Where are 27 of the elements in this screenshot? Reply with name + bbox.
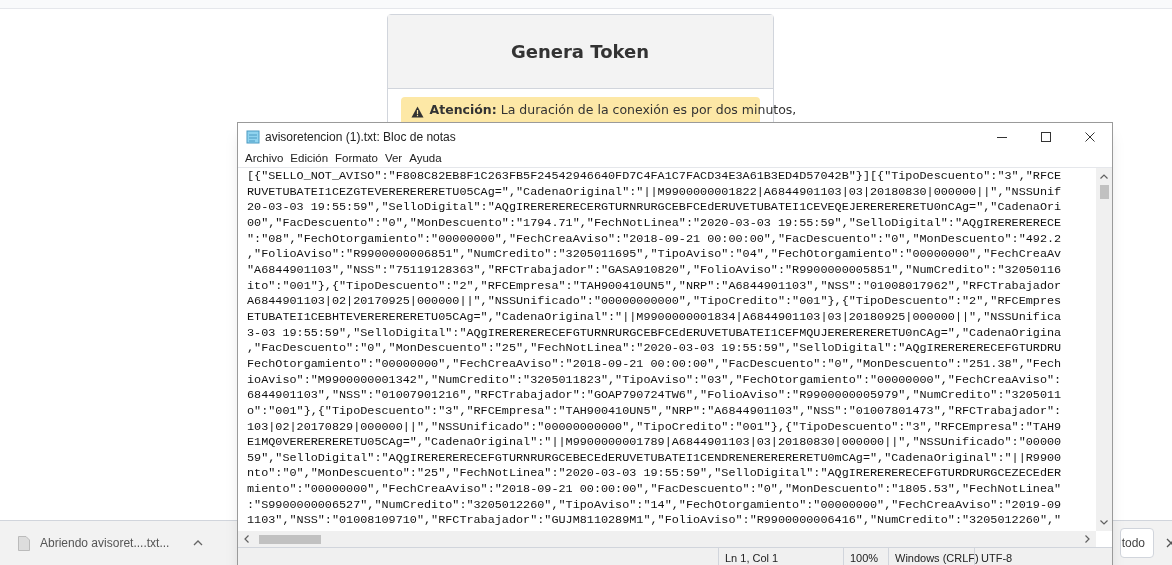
caret-icon	[193, 540, 204, 546]
scrollbar-thumb[interactable]	[259, 534, 321, 544]
scroll-right-icon	[1085, 535, 1090, 543]
scroll-left-icon	[244, 535, 249, 543]
download-filename: Abriendo avisoret....txt...	[40, 535, 170, 552]
minimize-icon	[997, 136, 1007, 138]
card-title: Genera Token	[510, 40, 650, 64]
scroll-up-icon	[1100, 174, 1108, 179]
text-content[interactable]: [{"SELLO_NOT_AVISO":"F808C82EB8F1C263FB5F24542946640FD7C4FA1C7FACD34E3A61B3ED4D57042B"}][{"TipoDescuento":"3","RFCE RUVETUBATEI1CEZGTEVERERERERETU05CAg=","CadenaOriginal":"||M9900000001822|A6844901103|03|20180830|000000||","NSSUnif 20-03-03 19:55:59","SelloDigital":"AQgIRERERERECERGTURNRURGCEBFCEdERUVETUBATEI1CEVEQEJERERERERETU0nCAg=","CadenaOri 00","FacDescuento":"0","MonDescuento":"1794.71","FechNotLinea":"2020-03-03 19:55:59","SelloDigital":"AQgIRERERERECE ":"08","FechOtorgamiento":"00000000","FechCreaAviso":"2018-09-21 00:00:00","FacDescuento":"0","MonDescuento":"492.2 ,"FolioAviso":"R9900000006851","NumCredito":"3205011695","TipoAviso":"04","FechOtorgamiento":"00000000","FechCreaAv "A6844901103","NSS":"75119128363","RFCTrabajador":"GASA910820","FolioAviso":"R9900000005851","NumCredito":"32050116 ito":"001"},{"TipoDescuento":"2","RFCEmpresa":"TAH900410UN5","NRP":"A6844901103","NSS":"01008017962","RFCTrabajador A6844901103|02|20170925|000000||","NSSUnificado":"00000000000","TipoCredito":"001"},{"TipoDescuento":"2","RFCEmpres ETUBATEI1CEBHTEVERERERERETU05CAg=","CadenaOriginal":"||M9900000001834|A6844901103|03|20180925|000000||","NSSUnifica 3-03 19:55:59","SelloDigital":"AQgIRERERERECEFGTURNRURGCEBFCEdERUVETUBATEI1CEFMQUJERERERERETU0nCAg=","CadenaOrigina ,"FacDescuento":"0","MonDescuento":"25","FechNotLinea":"2020-03-03 19:55:59","SelloDigital":"AQgIRERERERECEFGTURDRU FechOtorgamiento":"00000000","FechCreaAviso":"2018-09-21 00:00:00","FacDescuento":"0","MonDescuento":"251.38","Fech ioAviso":"M9900000001342","NumCredito":"3205011823","TipoAviso":"03","FechOtorgamiento":"00000000","FechCreaAviso": 6844901103","NSS":"01007901216","RFCTrabajador":"GOAP790724TW6","FolioAviso":"R9900000005979","NumCredito":"3205011 o":"001"},{"TipoDescuento":"3","RFCEmpresa":"TAH900410UN5","NRP":"A6844901103","NSS":"01007801473","RFCTrabajador": 103|02|20170829|000000||","NSSUnificado":"00000000000","TipoCredito":"001"},{"TipoDescuento":"3","RFCEmpresa":"TAH9 E1MQ0VERERERERETU05CAg=","CadenaOriginal":"||M9900000001789|A6844901103|03|20180830|000000||","NSSUnificado":"00000 59","SelloDigital":"AQgIRERERERECEFGTURNRURGCEBECEdERUVETUBATEI1CENDRENERERERERETU0mCAg=","CadenaOriginal":"||R9900 nto":"0","MonDescuento":"25","FechNotLinea":"2020-03-03 19:55:59","SelloDigital":"AQgIRERERERECEFGTURDRURGCEZECEdER miento":"00000000","FechCreaAviso":"2018-09-21 00:00:00","FacDescuento":"0","MonDescuento":"1805.53","FechNotLinea" :"S9900000006527","NumCredito":"3205012260","TipoAviso":"14","FechOtorgamiento":"00000000","FechCreaAviso":"2019-09 1103","NSS":"01008109710","RFCTrabajador":"GUJM8110289M1","FolioAviso":"R9900000006416","NumCredito":"3205012260","	[238, 168, 1096, 531]
warning-icon	[410, 106, 424, 118]
alert-text: Atención: La duración de la conexión es por dos minutos,	[429, 101, 797, 119]
notepad-icon	[246, 130, 260, 144]
menu-item[interactable]: Edición	[290, 150, 329, 168]
menu-item[interactable]: Formato	[335, 150, 378, 168]
menu-item[interactable]: Ver	[384, 150, 403, 168]
window-title: avisoretencion (1).txt: Bloc de notas	[265, 129, 456, 146]
show-all-button[interactable]: todo	[1119, 528, 1154, 558]
download-item[interactable]: Abriendo avisoret....txt...	[10, 527, 220, 559]
menu-item[interactable]: Archivo	[245, 150, 284, 168]
scroll-down-icon	[1100, 520, 1108, 525]
file-icon	[18, 535, 30, 551]
scrollbar-thumb[interactable]	[1099, 185, 1109, 199]
status-text: 100%	[843, 548, 888, 565]
menu-item[interactable]: Ayuda	[409, 150, 442, 168]
close-icon	[1085, 132, 1095, 142]
status-text: Ln 1, Col 1	[718, 548, 843, 565]
maximize-icon	[1041, 132, 1051, 142]
